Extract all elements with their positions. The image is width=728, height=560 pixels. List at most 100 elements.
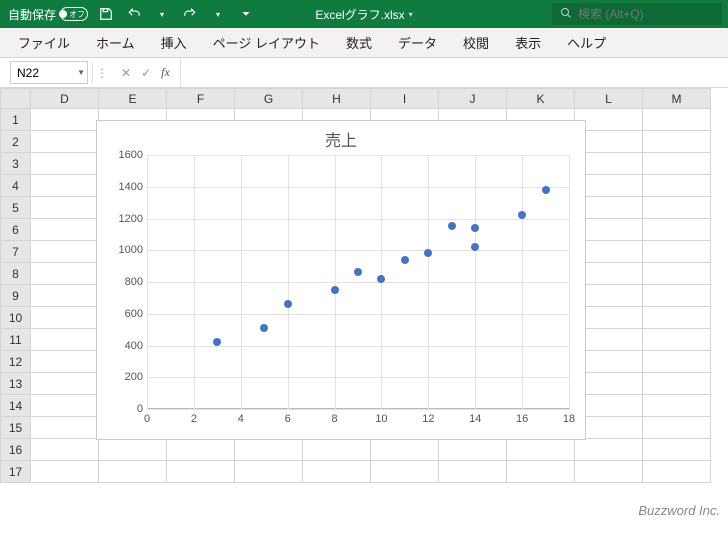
row-header[interactable]: 11 xyxy=(1,329,31,351)
cell[interactable] xyxy=(643,219,711,241)
search-box[interactable] xyxy=(552,3,722,25)
search-input[interactable] xyxy=(578,7,714,21)
cell[interactable] xyxy=(643,241,711,263)
cell[interactable] xyxy=(643,285,711,307)
select-all-corner[interactable] xyxy=(1,89,31,109)
cell[interactable] xyxy=(643,263,711,285)
col-header[interactable]: I xyxy=(371,89,439,109)
data-point[interactable] xyxy=(471,243,479,251)
cell[interactable] xyxy=(371,439,439,461)
cell[interactable] xyxy=(643,373,711,395)
cell[interactable] xyxy=(643,153,711,175)
row-header[interactable]: 7 xyxy=(1,241,31,263)
cell[interactable] xyxy=(643,197,711,219)
cell[interactable] xyxy=(31,351,99,373)
cell[interactable] xyxy=(507,439,575,461)
cell[interactable] xyxy=(575,439,643,461)
row-header[interactable]: 13 xyxy=(1,373,31,395)
cell[interactable] xyxy=(31,131,99,153)
enter-icon[interactable]: ✓ xyxy=(141,66,151,80)
data-point[interactable] xyxy=(260,324,268,332)
cell[interactable] xyxy=(235,439,303,461)
data-point[interactable] xyxy=(213,338,221,346)
cell[interactable] xyxy=(167,461,235,483)
row-header[interactable]: 14 xyxy=(1,395,31,417)
fx-icon[interactable]: fx xyxy=(161,65,170,80)
data-point[interactable] xyxy=(424,249,432,257)
chart[interactable]: 売上 0200400600800100012001400160002468101… xyxy=(96,120,586,440)
cell[interactable] xyxy=(31,263,99,285)
cell[interactable] xyxy=(643,439,711,461)
cell[interactable] xyxy=(235,461,303,483)
col-header[interactable]: L xyxy=(575,89,643,109)
col-header[interactable]: M xyxy=(643,89,711,109)
worksheet-grid[interactable]: DEFGHIJKLM1234567891011121314151617 売上 0… xyxy=(0,88,728,560)
redo-icon[interactable] xyxy=(180,4,200,24)
cell[interactable] xyxy=(643,109,711,131)
cell[interactable] xyxy=(643,351,711,373)
cell[interactable] xyxy=(643,307,711,329)
cell[interactable] xyxy=(643,417,711,439)
row-header[interactable]: 4 xyxy=(1,175,31,197)
col-header[interactable]: D xyxy=(31,89,99,109)
tab-ホーム[interactable]: ホーム xyxy=(84,27,147,58)
autosave-toggle[interactable]: 自動保存 オフ xyxy=(8,6,88,23)
tab-ファイル[interactable]: ファイル xyxy=(6,27,82,58)
data-point[interactable] xyxy=(518,211,526,219)
cell[interactable] xyxy=(31,153,99,175)
cell[interactable] xyxy=(31,329,99,351)
cell[interactable] xyxy=(643,175,711,197)
cell[interactable] xyxy=(643,131,711,153)
chevron-down-icon[interactable]: ▼ xyxy=(77,68,85,77)
cell[interactable] xyxy=(643,395,711,417)
tab-データ[interactable]: データ xyxy=(386,27,449,58)
cell[interactable] xyxy=(31,285,99,307)
cell[interactable] xyxy=(31,241,99,263)
cell[interactable] xyxy=(31,307,99,329)
tab-ヘルプ[interactable]: ヘルプ xyxy=(555,27,618,58)
cell[interactable] xyxy=(99,461,167,483)
tab-表示[interactable]: 表示 xyxy=(503,27,553,58)
col-header[interactable]: F xyxy=(167,89,235,109)
col-header[interactable]: K xyxy=(507,89,575,109)
cancel-icon[interactable]: ✕ xyxy=(121,66,131,80)
cell[interactable] xyxy=(507,461,575,483)
data-point[interactable] xyxy=(377,275,385,283)
row-header[interactable]: 17 xyxy=(1,461,31,483)
cell[interactable] xyxy=(303,461,371,483)
cell[interactable] xyxy=(31,373,99,395)
data-point[interactable] xyxy=(448,222,456,230)
data-point[interactable] xyxy=(354,268,362,276)
cell[interactable] xyxy=(643,461,711,483)
undo-icon[interactable] xyxy=(124,4,144,24)
chevron-down-icon[interactable]: ▾ xyxy=(152,4,172,24)
row-header[interactable]: 16 xyxy=(1,439,31,461)
cell[interactable] xyxy=(643,329,711,351)
cell[interactable] xyxy=(31,219,99,241)
row-header[interactable]: 1 xyxy=(1,109,31,131)
chevron-down-icon[interactable]: ▾ xyxy=(208,4,228,24)
tab-ページ レイアウト[interactable]: ページ レイアウト xyxy=(201,27,332,58)
qat-overflow-icon[interactable]: ⏷ xyxy=(236,4,256,24)
cell[interactable] xyxy=(31,395,99,417)
tab-挿入[interactable]: 挿入 xyxy=(149,27,199,58)
cell[interactable] xyxy=(439,439,507,461)
data-point[interactable] xyxy=(284,300,292,308)
cell[interactable] xyxy=(31,197,99,219)
cell[interactable] xyxy=(31,461,99,483)
name-box[interactable]: N22 ▼ xyxy=(10,61,88,84)
tab-数式[interactable]: 数式 xyxy=(334,27,384,58)
row-header[interactable]: 2 xyxy=(1,131,31,153)
cell[interactable] xyxy=(167,439,235,461)
row-header[interactable]: 9 xyxy=(1,285,31,307)
data-point[interactable] xyxy=(542,186,550,194)
data-point[interactable] xyxy=(331,286,339,294)
expand-icon[interactable]: ⋮ xyxy=(93,58,111,87)
row-header[interactable]: 10 xyxy=(1,307,31,329)
save-icon[interactable] xyxy=(96,4,116,24)
cell[interactable] xyxy=(575,461,643,483)
data-point[interactable] xyxy=(471,224,479,232)
row-header[interactable]: 3 xyxy=(1,153,31,175)
col-header[interactable]: G xyxy=(235,89,303,109)
cell[interactable] xyxy=(303,439,371,461)
